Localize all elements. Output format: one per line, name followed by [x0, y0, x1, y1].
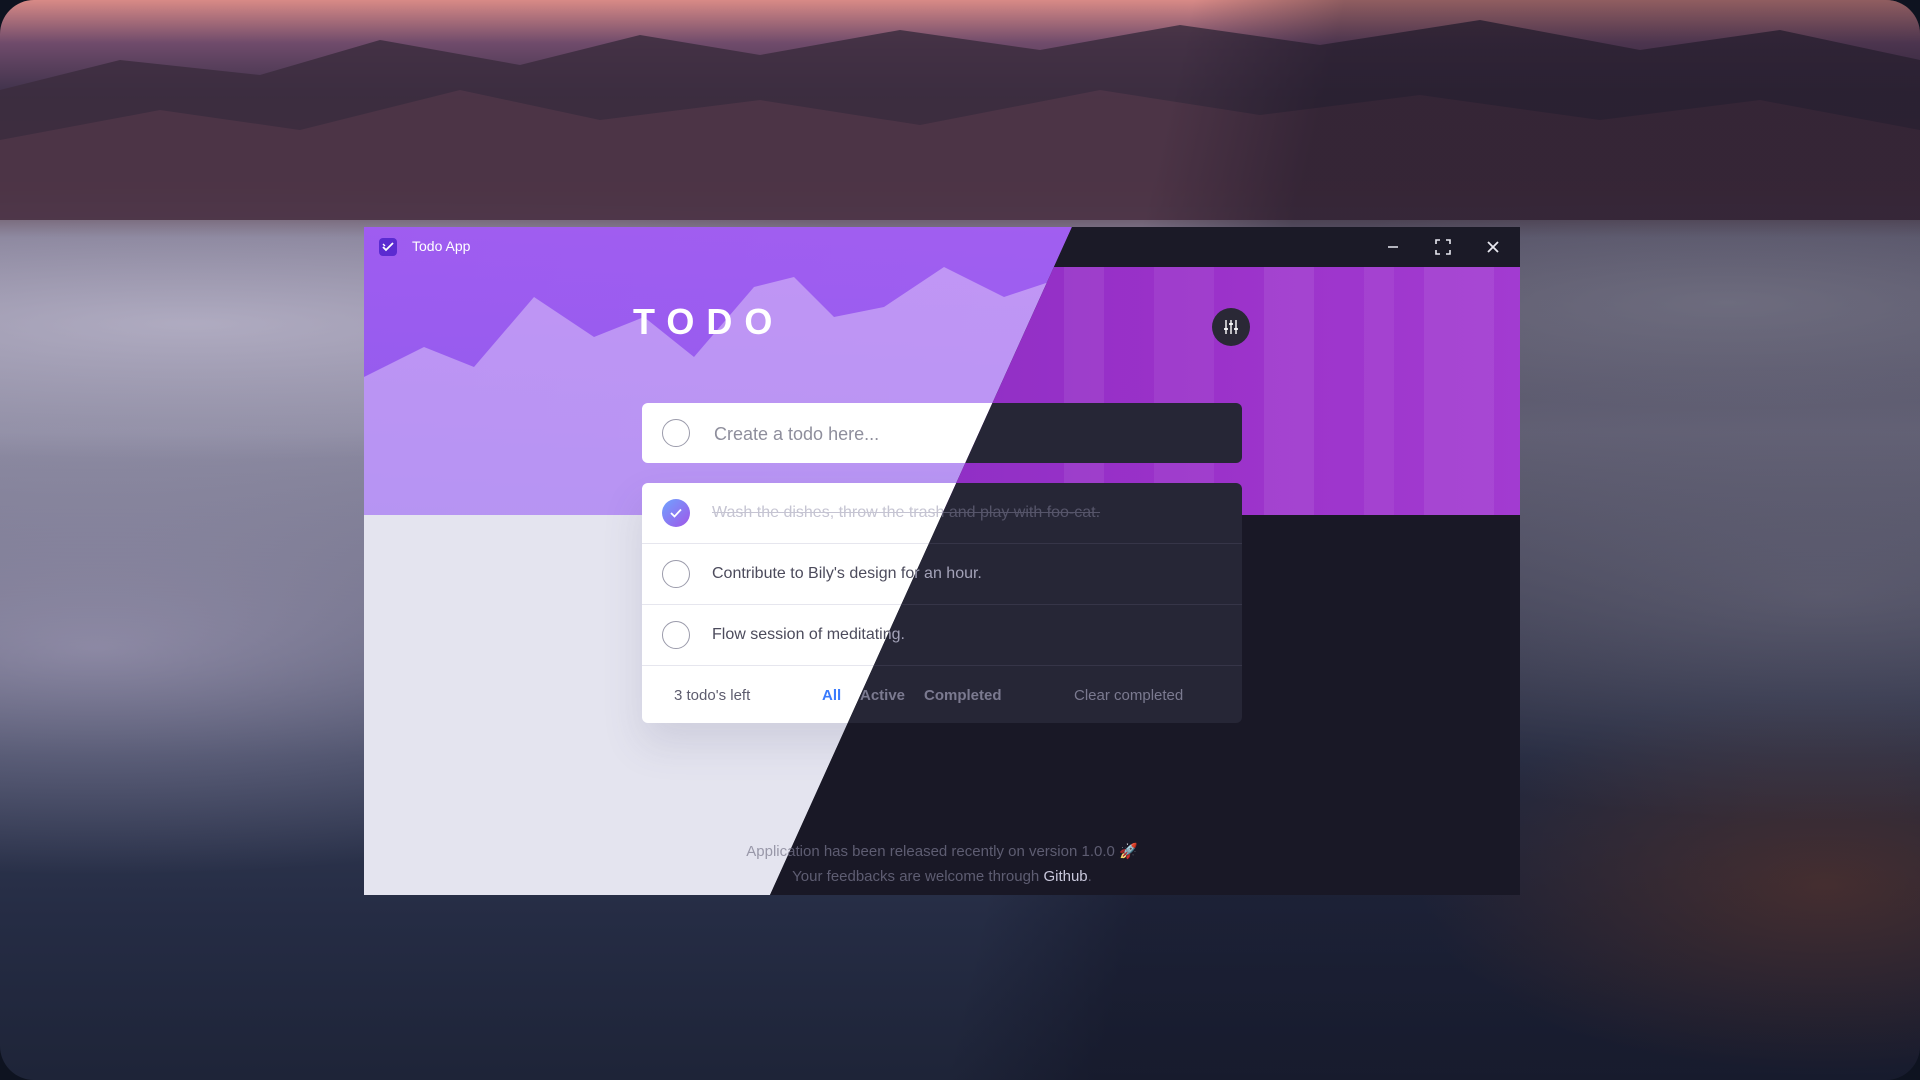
close-icon — [1487, 241, 1499, 253]
github-link[interactable]: Github — [1043, 868, 1087, 885]
feedback-text: Your feedbacks are welcome through — [792, 868, 1040, 885]
maximize-icon — [1435, 239, 1451, 255]
page-title: TODO — [633, 301, 785, 342]
window-title: Todo App — [412, 238, 471, 254]
filter-active[interactable]: Active — [860, 687, 905, 704]
minimize-icon — [1388, 246, 1398, 248]
clear-completed-button[interactable]: Clear completed — [1074, 687, 1183, 704]
app-window: Todo App TODO Wash the dishes, throw the… — [364, 227, 1520, 895]
close-button[interactable] — [1479, 233, 1507, 261]
filter-all[interactable]: All — [822, 687, 841, 704]
maximize-button[interactable] — [1429, 233, 1457, 261]
feedback-period: . — [1087, 868, 1092, 885]
filter-completed[interactable]: Completed — [924, 687, 1002, 704]
theme-settings-button[interactable] — [1212, 308, 1250, 346]
items-left-count: 3 todo's left — [674, 687, 751, 704]
new-todo-circle-icon — [662, 419, 690, 447]
todo-checkbox[interactable] — [662, 621, 690, 649]
minimize-button[interactable] — [1379, 233, 1407, 261]
sliders-icon — [1224, 320, 1238, 334]
todo-checkbox[interactable] — [662, 560, 690, 588]
app-logo-icon — [379, 238, 397, 256]
rocket-icon: 🚀 — [1119, 843, 1138, 860]
check-icon[interactable] — [662, 499, 690, 527]
todo-text: Flow session of meditating. — [712, 626, 905, 643]
release-text: Application has been released recently o… — [746, 843, 1115, 860]
